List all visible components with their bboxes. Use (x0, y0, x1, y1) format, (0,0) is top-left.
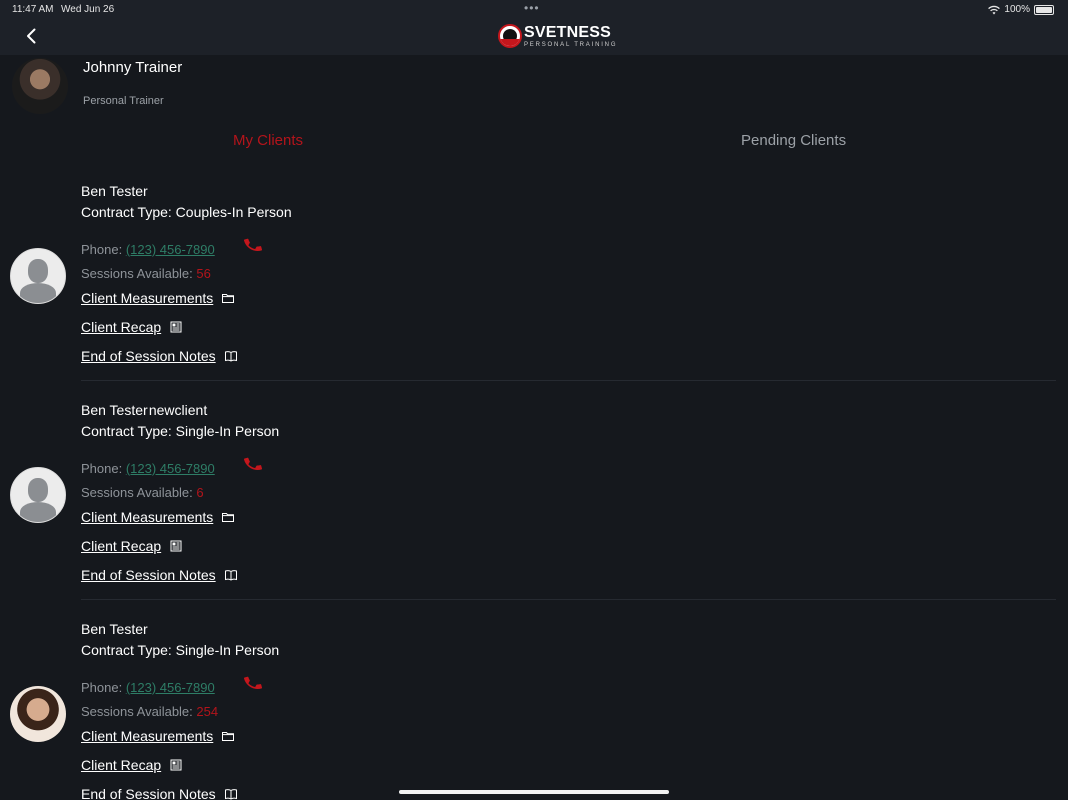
client-card: Ben Tester newclient Contract Type: Sing… (0, 395, 1068, 614)
back-button[interactable] (22, 26, 42, 46)
client-recap-label[interactable]: Client Recap (81, 757, 161, 773)
client-card: Ben Tester Contract Type: Single-In Pers… (0, 614, 1068, 800)
status-date: Wed Jun 26 (61, 4, 115, 15)
end-of-session-notes-link[interactable]: End of Session Notes (81, 567, 238, 583)
client-recap-label[interactable]: Client Recap (81, 319, 161, 335)
multitasking-dots-icon[interactable]: ••• (524, 1, 540, 15)
client-measurements-link[interactable]: Client Measurements (81, 509, 235, 525)
trainer-name: Johnny Trainer (83, 59, 183, 76)
client-card: Ben Tester Contract Type: Couples-In Per… (0, 176, 1068, 395)
client-avatar (10, 686, 66, 742)
home-indicator[interactable] (399, 790, 669, 794)
client-contract-type: Contract Type: Single-In Person (81, 423, 280, 439)
sessions-count: 6 (196, 485, 204, 500)
logo-name: SVETNESS (524, 23, 611, 41)
client-phone: Phone: (123) 456-7890 (81, 461, 215, 476)
client-measurements-label[interactable]: Client Measurements (81, 509, 213, 525)
client-recap-link[interactable]: Client Recap (81, 757, 183, 773)
client-name: Ben Tester (81, 183, 148, 199)
status-time: 11:47 AM (12, 4, 54, 15)
app-logo: SVETNESS PERSONAL TRAINING (498, 24, 617, 48)
client-measurements-link[interactable]: Client Measurements (81, 290, 235, 306)
battery-icon (1034, 4, 1054, 15)
client-name: Ben Tester newclient (81, 402, 208, 418)
client-phone: Phone: (123) 456-7890 (81, 680, 215, 695)
newspaper-icon (170, 321, 182, 333)
client-contract-type: Contract Type: Couples-In Person (81, 204, 292, 220)
client-tabs: My Clients Pending Clients (0, 132, 1068, 156)
folder-icon (222, 513, 235, 522)
client-avatar (10, 248, 66, 304)
status-bar: 11:47 AM Wed Jun 26 ••• 100% (0, 0, 1068, 18)
phone-label: Phone: (81, 242, 126, 257)
client-measurements-link[interactable]: Client Measurements (81, 728, 235, 744)
divider (81, 599, 1056, 600)
end-of-session-notes-label[interactable]: End of Session Notes (81, 786, 216, 800)
end-of-session-notes-label[interactable]: End of Session Notes (81, 567, 216, 583)
battery-percent: 100% (1004, 4, 1030, 15)
phone-call-icon[interactable] (243, 235, 263, 255)
client-recap-link[interactable]: Client Recap (81, 319, 183, 335)
sessions-count: 254 (196, 704, 219, 719)
folder-icon (222, 294, 235, 303)
sessions-label: Sessions Available: (81, 704, 197, 719)
logo-subtitle: PERSONAL TRAINING (524, 41, 618, 48)
client-sessions: Sessions Available: 6 (81, 485, 204, 500)
tab-my-clients[interactable]: My Clients (233, 132, 303, 149)
client-recap-label[interactable]: Client Recap (81, 538, 161, 554)
trainer-role: Personal Trainer (83, 95, 164, 107)
client-sessions: Sessions Available: 56 (81, 266, 211, 281)
divider (81, 380, 1056, 381)
client-contract-type: Contract Type: Single-In Person (81, 642, 280, 658)
folder-icon (222, 732, 235, 741)
client-recap-link[interactable]: Client Recap (81, 538, 183, 554)
phone-call-icon[interactable] (243, 673, 263, 693)
client-sessions: Sessions Available: 254 (81, 704, 218, 719)
phone-link[interactable]: (123) 456-7890 (126, 461, 215, 476)
sessions-label: Sessions Available: (81, 266, 197, 281)
book-icon (224, 789, 237, 800)
logo-emblem-icon (498, 24, 522, 48)
client-phone: Phone: (123) 456-7890 (81, 242, 215, 257)
end-of-session-notes-label[interactable]: End of Session Notes (81, 348, 216, 364)
sessions-label: Sessions Available: (81, 485, 197, 500)
client-list: Ben Tester Contract Type: Couples-In Per… (0, 176, 1068, 800)
phone-label: Phone: (81, 680, 126, 695)
book-icon (224, 351, 237, 362)
sessions-count: 56 (196, 266, 211, 281)
status-right: 100% (988, 4, 1054, 15)
end-of-session-notes-link[interactable]: End of Session Notes (81, 348, 238, 364)
book-icon (224, 570, 237, 581)
client-avatar (10, 467, 66, 523)
phone-link[interactable]: (123) 456-7890 (126, 242, 215, 257)
phone-call-icon[interactable] (243, 454, 263, 474)
wifi-icon (988, 5, 1001, 14)
nav-bar: SVETNESS PERSONAL TRAINING (0, 18, 1068, 55)
client-name: Ben Tester (81, 621, 148, 637)
client-measurements-label[interactable]: Client Measurements (81, 728, 213, 744)
client-measurements-label[interactable]: Client Measurements (81, 290, 213, 306)
phone-label: Phone: (81, 461, 126, 476)
phone-link[interactable]: (123) 456-7890 (126, 680, 215, 695)
newspaper-icon (170, 540, 182, 552)
trainer-avatar (12, 58, 68, 114)
newspaper-icon (170, 759, 182, 771)
end-of-session-notes-link[interactable]: End of Session Notes (81, 786, 238, 800)
tab-pending-clients[interactable]: Pending Clients (741, 132, 846, 149)
